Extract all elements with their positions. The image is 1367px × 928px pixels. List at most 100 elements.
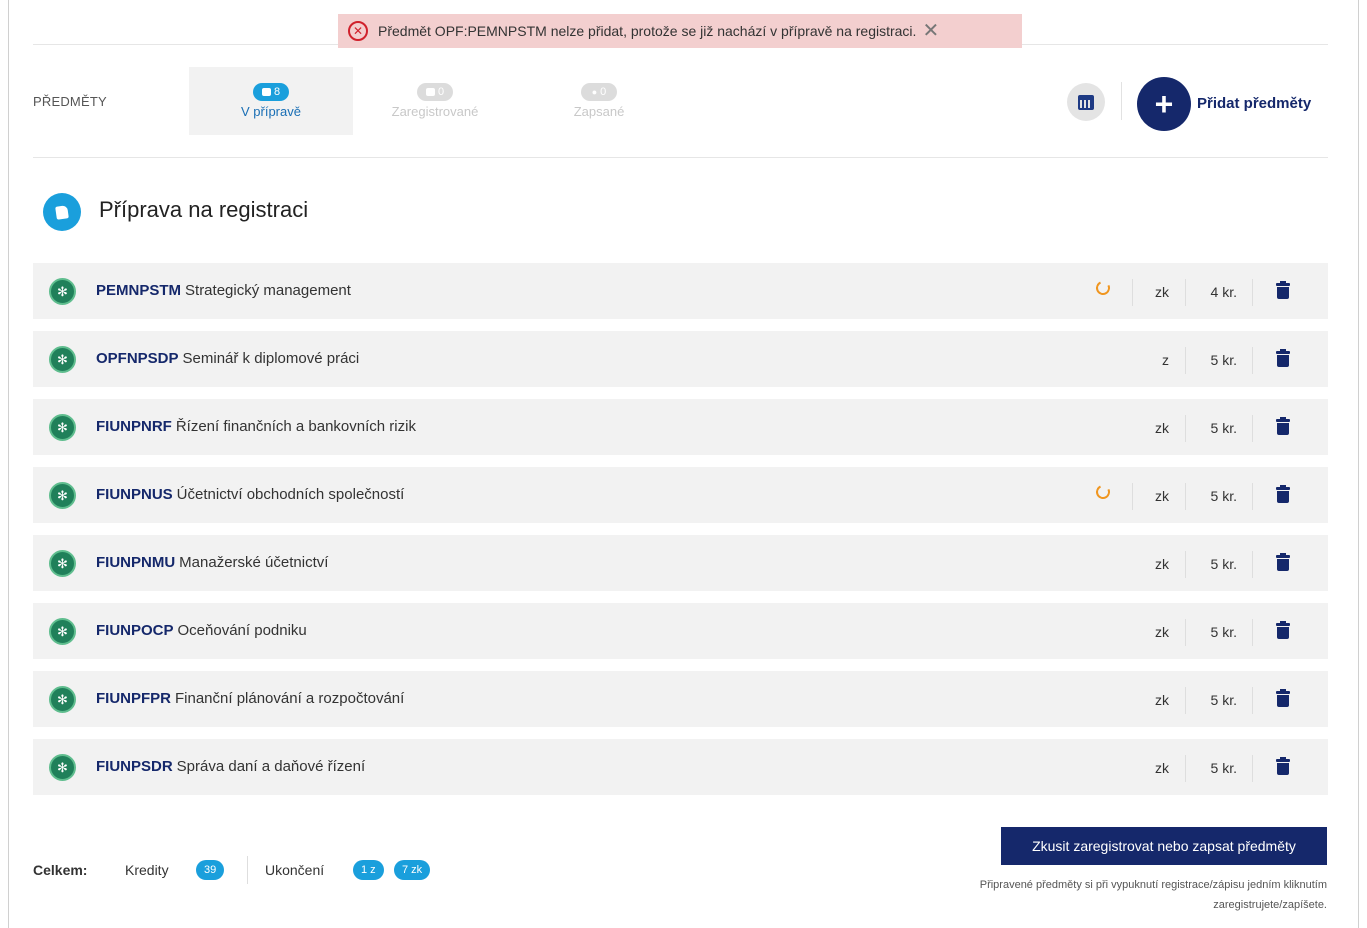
course-title: Účetnictví obchodních společností: [176, 486, 405, 503]
course-name: PEMNPSTM Strategický management: [96, 282, 351, 299]
add-courses-label[interactable]: Přidat předměty: [1197, 95, 1311, 112]
trash-icon[interactable]: [1276, 417, 1290, 435]
faculty-emblem-icon: ✻: [49, 686, 76, 713]
course-code: FIUNPOCP: [96, 622, 174, 639]
course-credits: 4 kr.: [1210, 284, 1237, 300]
trash-icon[interactable]: [1276, 485, 1290, 503]
row-separator: [1185, 551, 1186, 578]
row-separator: [1252, 755, 1253, 782]
footer-separator: [247, 856, 248, 884]
calendar-icon: [1078, 94, 1094, 110]
course-row: ✻ FIUNPNRF Řízení finančních a bankovních …: [33, 399, 1328, 455]
pending-refresh-icon: [1094, 279, 1112, 297]
course-row: ✻ FIUNPFPR Finanční plánování a rozpočtová…: [33, 671, 1328, 727]
course-name: FIUNPNUS Účetnictví obchodních společnost…: [96, 486, 404, 503]
course-title: Řízení finančních a bankovních rizik: [175, 418, 416, 435]
row-separator: [1185, 687, 1186, 714]
completion-type: zk: [1155, 624, 1169, 640]
trash-icon[interactable]: [1276, 553, 1290, 571]
course-row: ✻ FIUNPSDR Správa daní a daňové řízení zk 5 …: [33, 739, 1328, 795]
alert-message: Předmět OPF:PEMNPSTM nelze přidat, proto…: [378, 23, 917, 39]
tab-zapsane[interactable]: ● 0 Zapsané: [517, 67, 681, 135]
completion-label: Ukončení: [265, 862, 325, 878]
total-label: Celkem:: [33, 862, 88, 878]
tab-v-priprave[interactable]: 8 V přípravě: [189, 67, 353, 135]
row-separator: [1185, 619, 1186, 646]
completion-type: zk: [1155, 284, 1169, 300]
course-code: FIUNPSDR: [96, 758, 173, 775]
trash-icon[interactable]: [1276, 281, 1290, 299]
note-icon: [261, 88, 271, 96]
course-name: FIUNPNMU Manažerské účetnictví: [96, 554, 328, 571]
completion-type: zk: [1155, 692, 1169, 708]
trash-icon[interactable]: [1276, 689, 1290, 707]
completion-type: zk: [1155, 760, 1169, 776]
course-code: FIUNPFPR: [96, 690, 171, 707]
course-title: Strategický management: [185, 282, 351, 299]
section-title: Příprava na registraci: [99, 197, 309, 222]
course-title: Oceňování podniku: [177, 622, 307, 639]
completion-type: zk: [1155, 488, 1169, 504]
course-code: FIUNPNMU: [96, 554, 176, 571]
course-title: Manažerské účetnictví: [179, 554, 329, 571]
tab-count-badge: 0: [417, 83, 453, 101]
course-row: ✻ FIUNPNUS Účetnictví obchodních společnos…: [33, 467, 1328, 523]
course-name: OPFNPSDP Seminář k diplomové práci: [96, 350, 359, 367]
tab-zaregistrovane[interactable]: 0 Zaregistrované: [353, 67, 517, 135]
course-title: Seminář k diplomové práci: [182, 350, 360, 367]
section-label: PŘEDMĚTY: [33, 94, 107, 109]
faculty-emblem-icon: ✻: [49, 482, 76, 509]
completion-type: z: [1162, 352, 1169, 368]
course-code: FIUNPNUS: [96, 486, 173, 503]
completion-type: zk: [1155, 420, 1169, 436]
course-name: FIUNPFPR Finanční plánování a rozpočtován…: [96, 690, 404, 707]
register-submit-button[interactable]: Zkusit zaregistrovat nebo zapsat předmět…: [1001, 827, 1327, 865]
row-separator: [1252, 687, 1253, 714]
header-separator: [1121, 82, 1122, 120]
preparation-icon: [43, 193, 81, 231]
row-separator: [1252, 347, 1253, 374]
row-separator: [1185, 347, 1186, 374]
tab-count-badge: 8: [253, 83, 289, 101]
row-separator: [1252, 415, 1253, 442]
course-row: ✻ FIUNPNMU Manažerské účetnictví zk 5 kr.: [33, 535, 1328, 591]
faculty-emblem-icon: ✻: [49, 278, 76, 305]
row-separator: [1185, 755, 1186, 782]
course-row: ✻ OPFNPSDP Seminář k diplomové práci z 5 kr.: [33, 331, 1328, 387]
credits-total-badge: 39: [196, 860, 225, 880]
course-code: PEMNPSTM: [96, 282, 182, 299]
completion-zk-badge: 7 zk: [394, 860, 431, 880]
row-separator: [1185, 415, 1186, 442]
course-name: FIUNPNRF Řízení finančních a bankovních r…: [96, 418, 416, 435]
add-courses-button[interactable]: +: [1137, 77, 1191, 131]
trash-icon[interactable]: [1276, 349, 1290, 367]
faculty-emblem-icon: ✻: [49, 414, 76, 441]
row-separator: [1252, 551, 1253, 578]
course-title: Správa daní a daňové řízení: [176, 758, 366, 775]
pending-refresh-icon: [1094, 483, 1112, 501]
completion-type: zk: [1155, 556, 1169, 572]
trash-icon[interactable]: [1276, 757, 1290, 775]
course-row: ✻ FIUNPOCP Oceňování podniku zk 5 kr.: [33, 603, 1328, 659]
course-credits: 5 kr.: [1210, 624, 1237, 640]
trash-icon[interactable]: [1276, 621, 1290, 639]
header-divider: [33, 157, 1328, 158]
course-row: ✻ PEMNPSTM Strategický management zk 4 kr.: [33, 263, 1328, 319]
row-separator: [1185, 483, 1186, 510]
alert-close-icon[interactable]: ✕: [922, 21, 939, 41]
faculty-emblem-icon: ✻: [49, 618, 76, 645]
row-separator: [1252, 483, 1253, 510]
faculty-emblem-icon: ✻: [49, 754, 76, 781]
row-separator: [1252, 619, 1253, 646]
faculty-emblem-icon: ✻: [49, 346, 76, 373]
course-name: FIUNPOCP Oceňování podniku: [96, 622, 307, 639]
note-icon: [425, 88, 435, 96]
course-credits: 5 kr.: [1210, 760, 1237, 776]
calendar-button[interactable]: [1067, 83, 1105, 121]
course-code: OPFNPSDP: [96, 350, 179, 367]
error-alert: ✕ Předmět OPF:PEMNPSTM nelze přidat, pro…: [338, 14, 1022, 48]
row-separator: [1185, 279, 1186, 306]
tab-label: V přípravě: [241, 104, 301, 119]
person-icon: ●: [591, 87, 598, 97]
credits-label: Kredity: [125, 862, 169, 878]
